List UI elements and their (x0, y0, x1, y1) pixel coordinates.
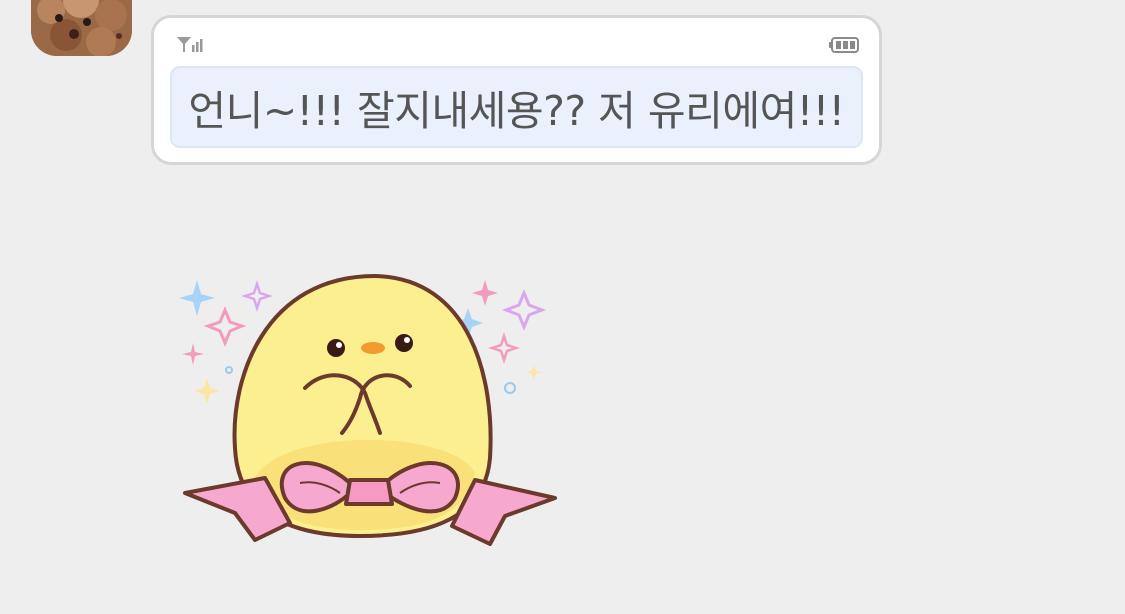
sparkle-icon (203, 306, 247, 347)
sparkle-icon (241, 280, 273, 312)
sparkle-icon (488, 332, 520, 364)
avatar[interactable] (31, 0, 132, 56)
sparkle-icon (182, 343, 204, 365)
message-text: 언니~!!! 잘지내세용?? 저 유리에여!!! (188, 87, 845, 135)
chat-screen: 언니~!!! 잘지내세용?? 저 유리에여!!! (0, 0, 1125, 614)
ribbon-knot (344, 478, 394, 506)
chick-eye (327, 339, 345, 357)
sparkle-icon (194, 378, 220, 404)
battery-icon (829, 37, 859, 53)
chick-eye (395, 334, 413, 352)
sparkle-icon (179, 280, 215, 316)
chick-with-bow-sticker (179, 273, 557, 546)
signal-icon (177, 37, 203, 52)
message-bubble[interactable]: 언니~!!! 잘지내세용?? 저 유리에여!!! (151, 15, 882, 165)
message-text-box: 언니~!!! 잘지내세용?? 저 유리에여!!! (170, 66, 863, 148)
chick-beak (361, 342, 385, 354)
chick-sticker[interactable] (160, 268, 580, 558)
sparkle-icon (501, 289, 547, 331)
sparkle-icon (472, 280, 498, 306)
avatar-photo (31, 0, 132, 56)
